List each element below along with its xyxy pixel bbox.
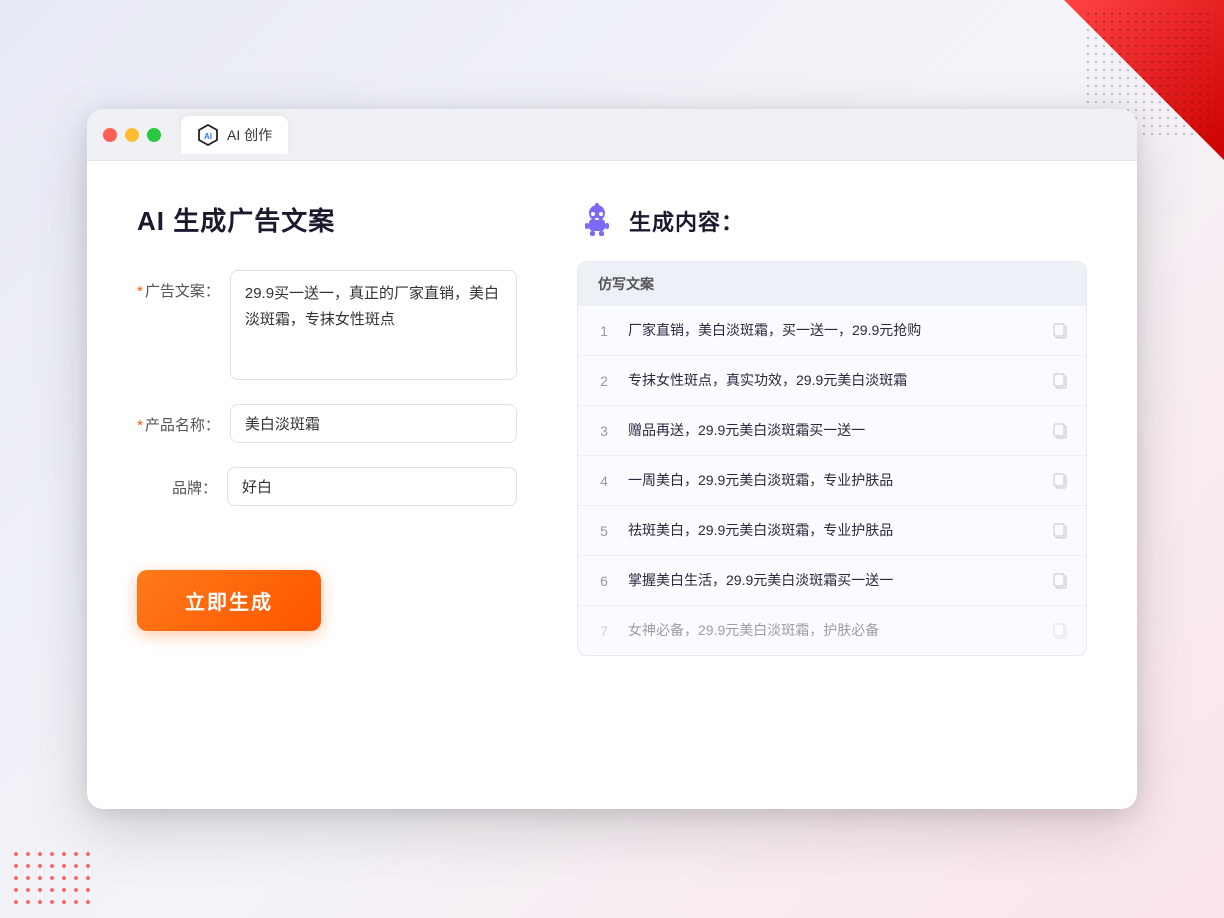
result-item: 7 女神必备，29.9元美白淡斑霜，护肤必备: [578, 606, 1086, 655]
ad-copy-input[interactable]: 29.9买一送一，真正的厂家直销，美白淡斑霜，专抹女性斑点: [230, 270, 517, 380]
browser-content: AI 生成广告文案 *广告文案： 29.9买一送一，真正的厂家直销，美白淡斑霜，…: [87, 161, 1137, 809]
close-button[interactable]: [103, 128, 117, 142]
result-item: 2 专抹女性斑点，真实功效，29.9元美白淡斑霜: [578, 356, 1086, 406]
result-number: 4: [594, 473, 614, 489]
result-number: 5: [594, 523, 614, 539]
copy-icon[interactable]: [1052, 522, 1070, 540]
ad-copy-row: *广告文案： 29.9买一送一，真正的厂家直销，美白淡斑霜，专抹女性斑点: [137, 270, 517, 380]
ai-tab-icon: AI: [197, 124, 219, 146]
svg-text:AI: AI: [204, 132, 212, 141]
result-item: 6 掌握美白生活，29.9元美白淡斑霜买一送一: [578, 556, 1086, 606]
results-table: 仿写文案 1 厂家直销，美白淡斑霜，买一送一，29.9元抢购 2 专抹女性斑点，真实…: [577, 261, 1087, 656]
maximize-button[interactable]: [147, 128, 161, 142]
result-number: 6: [594, 573, 614, 589]
result-item: 3 赠品再送，29.9元美白淡斑霜买一送一: [578, 406, 1086, 456]
browser-titlebar: AI AI 创作: [87, 109, 1137, 161]
required-mark-1: *: [137, 283, 143, 300]
product-name-input[interactable]: [230, 404, 517, 443]
product-name-label: *产品名称：: [137, 404, 230, 435]
result-number: 1: [594, 323, 614, 339]
required-mark-2: *: [137, 417, 143, 434]
bottom-dots-decoration: [10, 848, 90, 908]
copy-icon[interactable]: [1052, 422, 1070, 440]
result-number: 3: [594, 423, 614, 439]
copy-icon[interactable]: [1052, 572, 1070, 590]
browser-window: AI AI 创作 AI 生成广告文案 *广告文案： 29.9买一送一，真正的厂家…: [87, 109, 1137, 809]
right-panel: 生成内容： 仿写文案 1 厂家直销，美白淡斑霜，买一送一，29.9元抢购 2 专抹女…: [577, 201, 1087, 769]
result-number: 7: [594, 623, 614, 639]
right-title: 生成内容：: [629, 205, 744, 237]
browser-tab[interactable]: AI AI 创作: [181, 116, 288, 154]
result-text: 一周美白，29.9元美白淡斑霜，专业护肤品: [628, 470, 1038, 491]
results-table-header: 仿写文案: [578, 262, 1086, 306]
result-text: 掌握美白生活，29.9元美白淡斑霜买一送一: [628, 570, 1038, 591]
brand-label: 品牌：: [137, 467, 227, 498]
result-number: 2: [594, 373, 614, 389]
tab-label: AI 创作: [227, 125, 272, 145]
ad-copy-label: *广告文案：: [137, 270, 230, 301]
right-header: 生成内容：: [577, 201, 1087, 241]
result-text: 专抹女性斑点，真实功效，29.9元美白淡斑霜: [628, 370, 1038, 391]
result-text: 厂家直销，美白淡斑霜，买一送一，29.9元抢购: [628, 320, 1038, 341]
left-panel: AI 生成广告文案 *广告文案： 29.9买一送一，真正的厂家直销，美白淡斑霜，…: [137, 201, 517, 769]
copy-icon[interactable]: [1052, 372, 1070, 390]
result-item: 1 厂家直销，美白淡斑霜，买一送一，29.9元抢购: [578, 306, 1086, 356]
result-text: 赠品再送，29.9元美白淡斑霜买一送一: [628, 420, 1038, 441]
window-controls: [103, 128, 161, 142]
results-list: 1 厂家直销，美白淡斑霜，买一送一，29.9元抢购 2 专抹女性斑点，真实功效，29…: [578, 306, 1086, 655]
page-title: AI 生成广告文案: [137, 201, 517, 238]
robot-icon: [577, 201, 617, 241]
brand-row: 品牌：: [137, 467, 517, 506]
result-text: 祛斑美白，29.9元美白淡斑霜，专业护肤品: [628, 520, 1038, 541]
copy-icon[interactable]: [1052, 322, 1070, 340]
copy-icon[interactable]: [1052, 622, 1070, 640]
result-item: 4 一周美白，29.9元美白淡斑霜，专业护肤品: [578, 456, 1086, 506]
result-item: 5 祛斑美白，29.9元美白淡斑霜，专业护肤品: [578, 506, 1086, 556]
minimize-button[interactable]: [125, 128, 139, 142]
brand-input[interactable]: [227, 467, 517, 506]
result-text: 女神必备，29.9元美白淡斑霜，护肤必备: [628, 620, 1038, 641]
product-name-row: *产品名称：: [137, 404, 517, 443]
copy-icon[interactable]: [1052, 472, 1070, 490]
generate-button[interactable]: 立即生成: [137, 570, 321, 631]
